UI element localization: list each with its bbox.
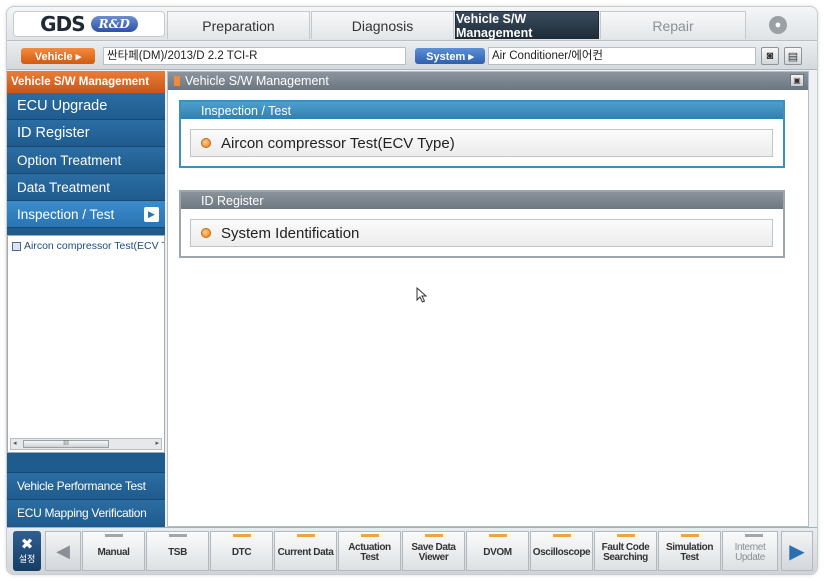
vehicle-info-bar: Vehicle ▸ 싼타페(DM)/2013/D 2.2 TCI-R Syste… [7,42,817,70]
sidebar-item-vehicle-performance-test[interactable]: Vehicle Performance Test [7,472,165,499]
tool-label: Simulation Test [665,542,714,563]
button-label: System Identification [221,224,360,242]
tab-diagnosis[interactable]: Diagnosis [311,11,454,39]
horizontal-scrollbar[interactable]: ◂ III ▸ [10,438,162,450]
tool-oscilloscope[interactable]: Oscilloscope [530,531,593,571]
tab-repair[interactable]: Repair [600,11,746,39]
sidebar-tree: Aircon compressor Test(ECV Type) ◂ III ▸ [7,235,165,453]
scrollbar-thumb[interactable]: III [23,440,109,448]
tool-internet-update[interactable]: Internet Update [722,531,778,571]
status-led [681,534,699,537]
status-led [553,534,571,537]
scroll-right-icon[interactable]: ▸ [155,439,159,447]
tool-manual[interactable]: Manual [82,531,145,571]
settings-button[interactable]: ✖ 설정 [13,531,41,571]
tool-label: Actuation Test [348,542,391,563]
status-led [233,534,251,537]
button-label: Aircon compressor Test(ECV Type) [221,134,455,152]
mouse-cursor-icon [416,287,428,303]
main-header-title: Vehicle S/W Management [185,74,329,88]
tools-icon: ✖ [20,536,34,553]
rd-badge: R&D [90,16,138,32]
top-nav-bar: GDS R&D Preparation Diagnosis Vehicle S/… [7,7,817,41]
sidebar-item-label: Option Treatment [17,152,122,168]
settings-label: 설정 [18,554,36,564]
tab-preparation[interactable]: Preparation [167,11,310,39]
sidebar-item-ecu-mapping-verification[interactable]: ECU Mapping Verification [7,499,165,526]
sidebar-item-ecu-upgrade[interactable]: ECU Upgrade [7,93,165,120]
tool-label: Internet Update [734,542,766,563]
scroll-left-icon[interactable]: ◂ [13,439,17,447]
tool-label: DVOM [483,547,512,558]
sidebar: Vehicle S/W Management ECU Upgrade ID Re… [7,71,165,527]
home-icon[interactable]: ● [769,16,787,34]
status-led [617,534,635,537]
sidebar-item-option-treatment[interactable]: Option Treatment [7,147,165,174]
tool-current-data[interactable]: Current Data [274,531,337,571]
sidebar-item-label: ID Register [17,125,90,141]
tool-label: Save Data Viewer [411,542,456,563]
tool-actuation-test[interactable]: Actuation Test [338,531,401,571]
sidebar-item-data-treatment[interactable]: Data Treatment [7,174,165,201]
tool-simulation-test[interactable]: Simulation Test [658,531,721,571]
tool-save-data-viewer[interactable]: Save Data Viewer [402,531,465,571]
status-led [297,534,315,537]
aircon-compressor-test-button[interactable]: Aircon compressor Test(ECV Type) [190,129,773,157]
app-window: GDS R&D Preparation Diagnosis Vehicle S/… [6,6,818,575]
main-panel: Vehicle S/W Management ▣ Inspection / Te… [167,71,809,527]
layout-icon[interactable]: ▤ [784,47,802,65]
tool-label: Current Data [277,547,334,558]
gds-logo: GDS R&D [13,11,165,37]
header-marker-icon [174,76,180,86]
sidebar-item-label: Data Treatment [17,179,111,195]
group-id-register: ID Register System Identification [179,190,785,258]
status-led [425,534,443,537]
tool-dvom[interactable]: DVOM [466,531,529,571]
status-led [745,534,763,537]
chevron-right-icon: ▶ [144,207,159,222]
group-title: Inspection / Test [181,102,783,119]
tab-vehicle-sw-management[interactable]: Vehicle S/W Management [455,11,599,40]
tool-fault-code-searching[interactable]: Fault Code Searching [594,531,657,571]
sidebar-item-inspection-test[interactable]: Inspection / Test ▶ [7,201,165,228]
document-icon [12,241,21,251]
sidebar-item-label: ECU Upgrade [17,98,108,114]
bullet-icon [201,138,211,148]
tool-label: TSB [168,547,187,558]
bullet-icon [201,228,211,238]
status-led [169,534,187,537]
sidebar-item-label: Vehicle Performance Test [17,479,146,493]
tool-tsb[interactable]: TSB [146,531,209,571]
system-value-field: Air Conditioner/에어컨 [488,47,756,65]
vehicle-value-field: 싼타페(DM)/2013/D 2.2 TCI-R [103,47,406,65]
tree-item-label: Aircon compressor Test(ECV Type) [24,240,164,252]
tool-label: DTC [231,547,252,558]
group-title: ID Register [181,192,783,209]
sidebar-header: Vehicle S/W Management [7,71,165,93]
sidebar-item-id-register[interactable]: ID Register [7,120,165,147]
system-identification-button[interactable]: System Identification [190,219,773,247]
sidebar-item-label: ECU Mapping Verification [17,506,147,520]
system-select-button[interactable]: System ▸ [415,48,485,64]
toolbar-prev-button[interactable]: ◀ [45,531,81,571]
tool-label: Oscilloscope [532,547,591,558]
group-inspection-test: Inspection / Test Aircon compressor Test… [179,100,785,168]
camera-icon[interactable]: ◙ [761,47,779,65]
sidebar-item-label: Inspection / Test [17,206,115,222]
tree-item-aircon-test[interactable]: Aircon compressor Test(ECV Type) [8,236,164,252]
toolbar-next-button[interactable]: ▶ [781,531,813,571]
bottom-toolbar: ✖ 설정 ◀ Manual TSB DTC Current Data Actua… [7,527,817,574]
logo-text: GDS [40,12,85,36]
chevron-right-icon: ▶ [789,540,805,563]
main-header: Vehicle S/W Management ▣ [168,72,808,90]
chevron-left-icon: ◀ [56,540,70,561]
tool-label: Manual [97,547,130,558]
tool-label: Fault Code Searching [601,542,650,563]
tool-dtc[interactable]: DTC [210,531,273,571]
status-led [361,534,379,537]
status-led [489,534,507,537]
print-icon[interactable]: ▣ [790,74,804,87]
status-led [105,534,123,537]
vehicle-select-button[interactable]: Vehicle ▸ [21,48,95,64]
